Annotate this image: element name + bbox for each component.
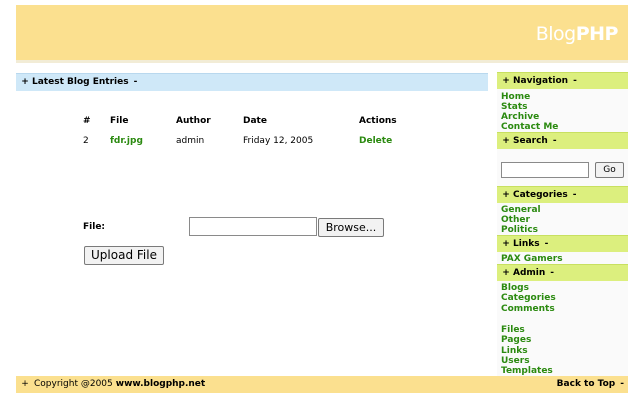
category-link-general[interactable]: General (501, 205, 541, 215)
column-header-date: Date (243, 116, 267, 126)
admin-header: + Admin - (497, 264, 628, 281)
collapse-icon[interactable]: - (573, 76, 577, 86)
site-logo[interactable]: BlogPHP (536, 23, 619, 45)
nav-link-contact[interactable]: Contact Me (501, 122, 558, 132)
search-input[interactable] (501, 162, 589, 178)
categories-title: Categories (513, 190, 568, 200)
admin-link-categories[interactable]: Categories (501, 293, 556, 303)
upload-file-button[interactable]: Upload File (84, 246, 164, 265)
delete-link[interactable]: Delete (359, 136, 392, 146)
expand-icon: + (21, 379, 29, 389)
expand-icon[interactable]: + (18, 74, 32, 91)
site-footer: + Copyright @2005 www.blogphp.net Back to … (16, 376, 628, 393)
entry-file-link[interactable]: fdr.jpg (110, 136, 143, 146)
expand-icon[interactable]: + (499, 236, 513, 252)
search-title: Search (513, 136, 548, 146)
expand-icon[interactable]: + (499, 133, 513, 149)
column-header-actions: Actions (359, 116, 397, 126)
navigation-header: + Navigation - (497, 72, 628, 89)
column-header-number: # (83, 116, 91, 126)
admin-title: Admin (513, 268, 546, 278)
search-go-button[interactable]: Go (595, 162, 624, 178)
navigation-title: Navigation (513, 76, 569, 86)
collapse-icon[interactable]: - (550, 268, 554, 278)
nav-link-stats[interactable]: Stats (501, 102, 528, 112)
back-to-top-link[interactable]: Back to Top - (557, 376, 624, 393)
links-header: + Links - (497, 235, 628, 252)
admin-link-pages[interactable]: Pages (501, 335, 531, 345)
admin-link-templates[interactable]: Templates (501, 366, 553, 376)
collapse-icon[interactable]: - (573, 190, 577, 200)
site-header: BlogPHP (16, 5, 628, 60)
expand-icon[interactable]: + (499, 187, 513, 203)
latest-entries-header: + Latest Blog Entries - (16, 73, 488, 91)
entry-number: 2 (83, 136, 89, 146)
nav-link-home[interactable]: Home (501, 92, 530, 102)
collapse-icon[interactable]: - (545, 239, 549, 249)
search-header: + Search - (497, 132, 628, 149)
categories-header: + Categories - (497, 186, 628, 203)
category-link-other[interactable]: Other (501, 215, 530, 225)
links-title: Links (513, 239, 540, 249)
nav-link-archive[interactable]: Archive (501, 112, 539, 122)
copyright-text: Copyright @2005 (34, 379, 113, 389)
column-header-author: Author (176, 116, 211, 126)
collapse-icon[interactable]: - (553, 136, 557, 146)
entry-date: Friday 12, 2005 (243, 136, 314, 146)
admin-link-users[interactable]: Users (501, 356, 530, 366)
column-header-file: File (110, 116, 129, 126)
header-divider (16, 60, 628, 63)
category-link-politics[interactable]: Politics (501, 225, 538, 235)
link-pax-gamers[interactable]: PAX Gamers (501, 254, 563, 264)
page: BlogPHP + Latest Blog Entries - # File Aut… (0, 0, 640, 400)
file-path-input[interactable] (189, 217, 317, 236)
admin-link-comments[interactable]: Comments (501, 304, 555, 314)
collapse-icon[interactable]: - (134, 77, 138, 87)
admin-link-files[interactable]: Files (501, 325, 525, 335)
expand-icon[interactable]: + (499, 265, 513, 281)
admin-link-blogs[interactable]: Blogs (501, 283, 529, 293)
entry-author: admin (176, 136, 205, 146)
collapse-icon: - (620, 379, 624, 389)
footer-site-link[interactable]: www.blogphp.net (116, 379, 205, 389)
file-label: File: (83, 222, 106, 232)
section-title: Latest Blog Entries (32, 77, 129, 87)
back-to-top-label: Back to Top (556, 379, 616, 389)
browse-button[interactable]: Browse... (318, 218, 384, 237)
expand-icon[interactable]: + (499, 73, 513, 89)
admin-link-links[interactable]: Links (501, 346, 528, 356)
